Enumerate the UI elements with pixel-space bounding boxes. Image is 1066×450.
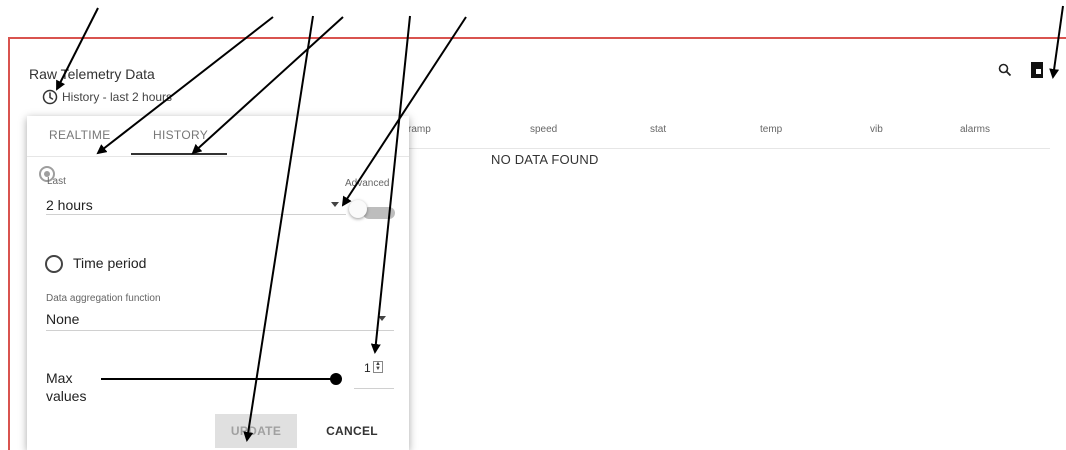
chevron-down-icon[interactable] [331, 202, 339, 207]
column-header-temp[interactable]: temp [760, 124, 782, 135]
timewindow-tabs: REALTIME HISTORY [27, 116, 409, 157]
tab-realtime[interactable]: REALTIME [49, 128, 111, 142]
stepper-arrows-icon[interactable]: ▲ ▼ [373, 361, 383, 373]
widget-title: Raw Telemetry Data [29, 66, 155, 82]
table-header: ramp speed stat temp vib alarms [400, 124, 1050, 149]
chevron-down-icon[interactable] [378, 316, 386, 321]
cancel-button[interactable]: CANCEL [317, 414, 387, 448]
last-duration-value[interactable]: 2 hours [46, 197, 93, 213]
advanced-toggle-knob[interactable] [349, 200, 367, 218]
aggregation-underline [46, 330, 394, 331]
history-label: History - last 2 hours [62, 90, 173, 104]
max-values-label-line2: values [46, 388, 87, 404]
active-tab-indicator [131, 153, 227, 155]
tab-history[interactable]: HISTORY [153, 128, 208, 142]
history-timewindow-button[interactable]: History - last 2 hours [42, 89, 172, 105]
no-data-message: NO DATA FOUND [491, 152, 599, 167]
column-header-speed[interactable]: speed [530, 124, 557, 135]
search-icon[interactable] [996, 61, 1014, 79]
time-period-label: Time period [73, 255, 147, 271]
max-values-stepper[interactable]: 1 ▲ ▼ [354, 352, 394, 389]
column-header-vib[interactable]: vib [870, 124, 883, 135]
last-label: Last [47, 176, 66, 187]
column-header-stat[interactable]: stat [650, 124, 666, 135]
timewindow-popup: REALTIME HISTORY Last 2 hours Advanced T… [27, 116, 409, 450]
column-header-alarms[interactable]: alarms [960, 124, 990, 135]
aggregation-label: Data aggregation function [46, 293, 161, 304]
aggregation-select[interactable]: None [46, 311, 79, 327]
max-values-label-line1: Max [46, 370, 73, 386]
widget-header-actions [996, 61, 1046, 79]
clock-icon [42, 89, 58, 105]
update-button[interactable]: UPDATE [215, 414, 297, 448]
advanced-label: Advanced [345, 178, 390, 189]
max-values-value[interactable]: 1 [364, 361, 371, 375]
advanced-toggle[interactable] [363, 207, 395, 219]
column-header-ramp[interactable]: ramp [408, 124, 431, 135]
time-period-radio[interactable] [45, 255, 63, 273]
fullscreen-icon[interactable] [1028, 61, 1046, 79]
last-duration-underline [46, 214, 346, 215]
